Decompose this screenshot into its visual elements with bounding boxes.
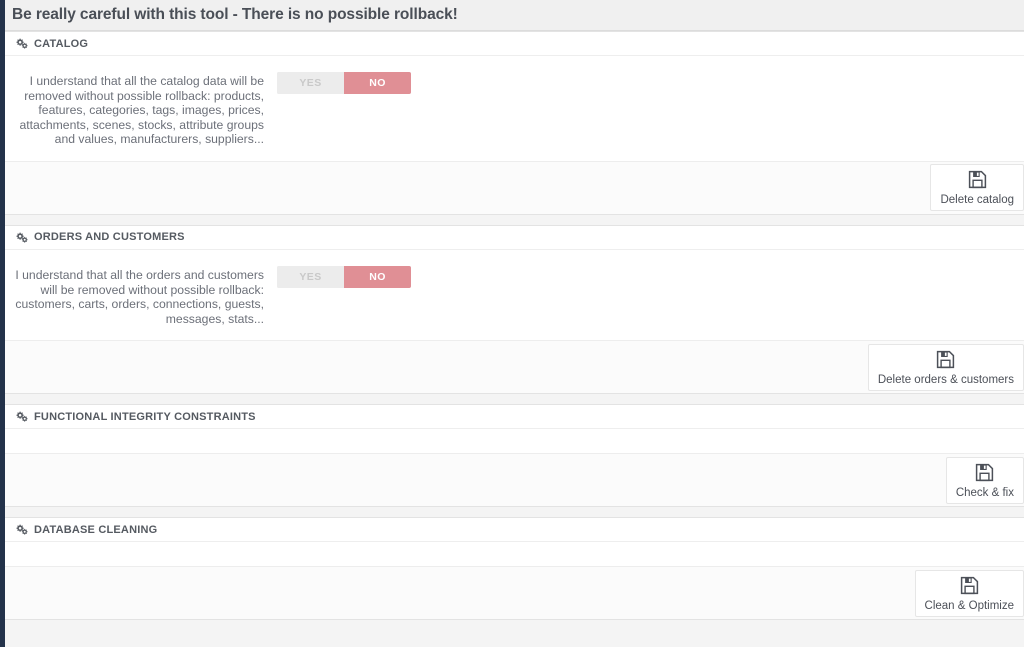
panel-database-cleaning-title: DATABASE CLEANING [34,523,158,536]
orders-consent-label: I understand that all the orders and cus… [15,267,264,326]
panel-functional-integrity-footer: Check & fix [5,453,1024,507]
panel-database-cleaning-footer: Clean & Optimize [5,566,1024,620]
catalog-switch-yes[interactable]: YES [277,72,344,94]
content-area: Be really careful with this tool - There… [5,0,1024,647]
delete-orders-customers-button-label: Delete orders & customers [877,373,1014,386]
cogs-icon [15,232,28,243]
panel-functional-integrity: FUNCTIONAL INTEGRITY CONSTRAINTS Check &… [5,404,1024,508]
delete-catalog-button-label: Delete catalog [940,194,1014,207]
panel-catalog-title: CATALOG [34,37,89,50]
orders-switch-yes[interactable]: YES [277,265,344,288]
floppy-disk-icon [936,350,955,372]
panel-database-cleaning-body [5,542,1024,567]
panel-functional-integrity-heading: FUNCTIONAL INTEGRITY CONSTRAINTS [5,405,1024,430]
panel-database-cleaning: DATABASE CLEANING Clean & Optimize [5,517,1024,621]
panel-database-cleaning-heading: DATABASE CLEANING [5,518,1024,543]
clean-and-optimize-button[interactable]: Clean & Optimize [914,569,1024,617]
panel-catalog-footer: Delete catalog [5,160,1024,214]
floppy-disk-icon [975,463,994,485]
check-and-fix-button-label: Check & fix [955,486,1014,499]
cogs-icon [15,411,28,423]
panel-catalog-heading: CATALOG [5,32,1024,56]
catalog-switch-no[interactable]: NO [344,72,411,94]
panel-orders-footer: Delete orders & customers [5,340,1024,394]
orders-consent-switch[interactable]: YES NO [277,265,411,288]
cogs-icon [15,38,28,49]
panel-functional-integrity-title: FUNCTIONAL INTEGRITY CONSTRAINTS [34,410,256,423]
panel-orders-heading: ORDERS AND CUSTOMERS [5,225,1024,250]
delete-orders-customers-button[interactable]: Delete orders & customers [867,343,1024,391]
page-title: Be really careful with this tool - There… [12,6,458,23]
clean-and-optimize-button-label: Clean & Optimize [924,599,1014,612]
cogs-icon [15,524,28,536]
panel-orders-customers: ORDERS AND CUSTOMERS I understand that a… [5,224,1024,395]
panel-catalog: CATALOG I understand that all the catalo… [5,31,1024,215]
orders-consent-row: I understand that all the orders and cus… [15,265,1014,326]
delete-catalog-button[interactable]: Delete catalog [930,164,1024,212]
catalog-consent-row: I understand that all the catalog data w… [15,72,1014,147]
panel-orders-title: ORDERS AND CUSTOMERS [34,231,185,244]
panel-functional-integrity-body [5,429,1024,454]
floppy-disk-icon [968,170,987,192]
orders-switch-no[interactable]: NO [344,265,411,288]
check-and-fix-button[interactable]: Check & fix [945,456,1024,504]
page-root: Be really careful with this tool - There… [0,0,1024,647]
catalog-consent-label: I understand that all the catalog data w… [19,74,264,147]
panel-orders-body: I understand that all the orders and cus… [5,249,1024,341]
sidebar-edge [0,0,5,647]
page-header: Be really careful with this tool - There… [5,0,1024,31]
floppy-disk-icon [960,576,979,598]
catalog-consent-switch[interactable]: YES NO [277,72,411,94]
panel-catalog-body: I understand that all the catalog data w… [5,56,1024,161]
